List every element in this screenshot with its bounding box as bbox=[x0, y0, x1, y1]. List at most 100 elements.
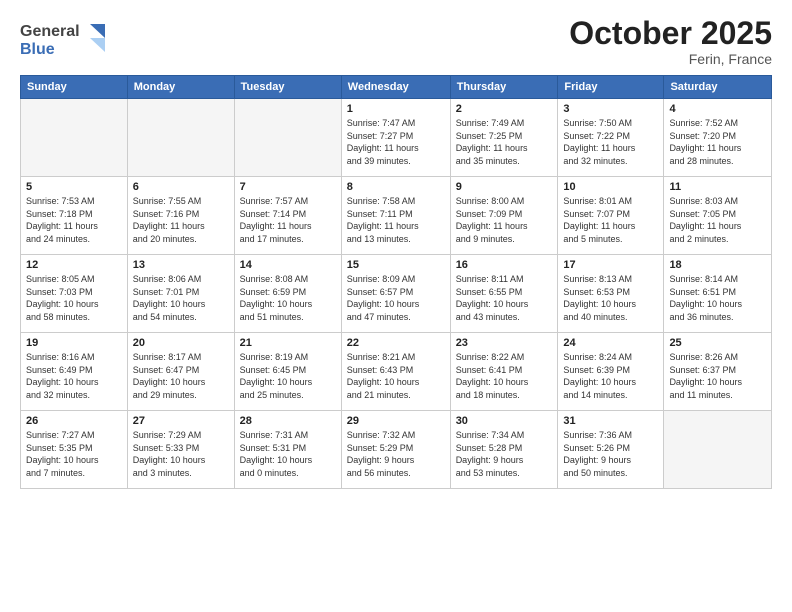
day-info: Sunrise: 8:03 AM Sunset: 7:05 PM Dayligh… bbox=[669, 195, 766, 245]
month-title: October 2025 bbox=[569, 16, 772, 51]
svg-text:General: General bbox=[20, 23, 80, 40]
day-number: 20 bbox=[133, 337, 229, 349]
day-number: 22 bbox=[347, 337, 445, 349]
day-number: 24 bbox=[563, 337, 658, 349]
day-cell: 20 Sunrise: 8:17 AM Sunset: 6:47 PM Dayli… bbox=[127, 333, 234, 411]
day-number: 27 bbox=[133, 415, 229, 427]
day-cell: 25 Sunrise: 8:26 AM Sunset: 6:37 PM Dayli… bbox=[664, 333, 772, 411]
day-cell: 21 Sunrise: 8:19 AM Sunset: 6:45 PM Dayli… bbox=[234, 333, 341, 411]
calendar-table: SundayMondayTuesdayWednesdayThursdayFrid… bbox=[20, 75, 772, 489]
day-info: Sunrise: 7:57 AM Sunset: 7:14 PM Dayligh… bbox=[240, 195, 336, 245]
day-info: Sunrise: 8:24 AM Sunset: 6:39 PM Dayligh… bbox=[563, 351, 658, 401]
weekday-header-saturday: Saturday bbox=[664, 76, 772, 99]
day-number: 21 bbox=[240, 337, 336, 349]
day-number: 31 bbox=[563, 415, 658, 427]
day-cell bbox=[234, 99, 341, 177]
day-number: 6 bbox=[133, 181, 229, 193]
day-cell: 19 Sunrise: 8:16 AM Sunset: 6:49 PM Dayli… bbox=[21, 333, 128, 411]
week-row-3: 12Sunrise: 8:05 AM Sunset: 7:03 PM Dayli… bbox=[21, 255, 772, 333]
day-number: 7 bbox=[240, 181, 336, 193]
day-info: Sunrise: 8:08 AM Sunset: 6:59 PM Dayligh… bbox=[240, 273, 336, 323]
day-cell: 2Sunrise: 7:49 AM Sunset: 7:25 PM Daylig… bbox=[450, 99, 558, 177]
day-info: Sunrise: 7:47 AM Sunset: 7:27 PM Dayligh… bbox=[347, 117, 445, 167]
week-row-4: 19 Sunrise: 8:16 AM Sunset: 6:49 PM Dayli… bbox=[21, 333, 772, 411]
day-info: Sunrise: 8:22 AM Sunset: 6:41 PM Dayligh… bbox=[456, 351, 553, 401]
week-row-1: 1 Sunrise: 7:47 AM Sunset: 7:27 PM Daylig… bbox=[21, 99, 772, 177]
day-cell: 17Sunrise: 8:13 AM Sunset: 6:53 PM Dayli… bbox=[558, 255, 664, 333]
day-info: Sunrise: 8:26 AM Sunset: 6:37 PM Dayligh… bbox=[669, 351, 766, 401]
day-info: Sunrise: 7:58 AM Sunset: 7:11 PM Dayligh… bbox=[347, 195, 445, 245]
day-cell: 16 Sunrise: 8:11 AM Sunset: 6:55 PM Dayli… bbox=[450, 255, 558, 333]
day-cell: 31 Sunrise: 7:36 AM Sunset: 5:26 PM Dayli… bbox=[558, 411, 664, 489]
day-number: 19 bbox=[26, 337, 122, 349]
day-number: 9 bbox=[456, 181, 553, 193]
day-info: Sunrise: 8:16 AM Sunset: 6:49 PM Dayligh… bbox=[26, 351, 122, 401]
day-info: Sunrise: 8:17 AM Sunset: 6:47 PM Dayligh… bbox=[133, 351, 229, 401]
page: General Blue October 2025 Ferin, France … bbox=[0, 0, 792, 612]
day-cell: 6Sunrise: 7:55 AM Sunset: 7:16 PM Daylig… bbox=[127, 177, 234, 255]
day-number: 14 bbox=[240, 259, 336, 271]
day-number: 23 bbox=[456, 337, 553, 349]
day-cell: 18Sunrise: 8:14 AM Sunset: 6:51 PM Dayli… bbox=[664, 255, 772, 333]
logo-text: General Blue bbox=[20, 16, 110, 65]
day-cell bbox=[127, 99, 234, 177]
day-cell: 10 Sunrise: 8:01 AM Sunset: 7:07 PM Dayli… bbox=[558, 177, 664, 255]
day-cell: 15 Sunrise: 8:09 AM Sunset: 6:57 PM Dayli… bbox=[341, 255, 450, 333]
day-info: Sunrise: 8:11 AM Sunset: 6:55 PM Dayligh… bbox=[456, 273, 553, 323]
week-row-5: 26 Sunrise: 7:27 AM Sunset: 5:35 PM Dayli… bbox=[21, 411, 772, 489]
title-area: October 2025 Ferin, France bbox=[569, 16, 772, 67]
day-cell: 30 Sunrise: 7:34 AM Sunset: 5:28 PM Dayli… bbox=[450, 411, 558, 489]
day-info: Sunrise: 7:34 AM Sunset: 5:28 PM Dayligh… bbox=[456, 429, 553, 479]
day-cell: 12Sunrise: 8:05 AM Sunset: 7:03 PM Dayli… bbox=[21, 255, 128, 333]
day-number: 30 bbox=[456, 415, 553, 427]
day-cell: 9 Sunrise: 8:00 AM Sunset: 7:09 PM Daylig… bbox=[450, 177, 558, 255]
day-cell: 5Sunrise: 7:53 AM Sunset: 7:18 PM Daylig… bbox=[21, 177, 128, 255]
day-info: Sunrise: 8:06 AM Sunset: 7:01 PM Dayligh… bbox=[133, 273, 229, 323]
day-cell: 22Sunrise: 8:21 AM Sunset: 6:43 PM Dayli… bbox=[341, 333, 450, 411]
day-number: 26 bbox=[26, 415, 122, 427]
day-cell bbox=[664, 411, 772, 489]
weekday-header-monday: Monday bbox=[127, 76, 234, 99]
day-cell: 3Sunrise: 7:50 AM Sunset: 7:22 PM Daylig… bbox=[558, 99, 664, 177]
day-cell: 11 Sunrise: 8:03 AM Sunset: 7:05 PM Dayli… bbox=[664, 177, 772, 255]
day-number: 1 bbox=[347, 103, 445, 115]
day-info: Sunrise: 7:53 AM Sunset: 7:18 PM Dayligh… bbox=[26, 195, 122, 245]
day-info: Sunrise: 8:19 AM Sunset: 6:45 PM Dayligh… bbox=[240, 351, 336, 401]
day-number: 3 bbox=[563, 103, 658, 115]
day-number: 4 bbox=[669, 103, 766, 115]
day-number: 15 bbox=[347, 259, 445, 271]
day-info: Sunrise: 8:01 AM Sunset: 7:07 PM Dayligh… bbox=[563, 195, 658, 245]
day-info: Sunrise: 7:31 AM Sunset: 5:31 PM Dayligh… bbox=[240, 429, 336, 479]
day-cell: 13Sunrise: 8:06 AM Sunset: 7:01 PM Dayli… bbox=[127, 255, 234, 333]
day-info: Sunrise: 7:27 AM Sunset: 5:35 PM Dayligh… bbox=[26, 429, 122, 479]
day-number: 28 bbox=[240, 415, 336, 427]
day-number: 8 bbox=[347, 181, 445, 193]
day-cell: 7 Sunrise: 7:57 AM Sunset: 7:14 PM Daylig… bbox=[234, 177, 341, 255]
day-number: 18 bbox=[669, 259, 766, 271]
day-info: Sunrise: 7:32 AM Sunset: 5:29 PM Dayligh… bbox=[347, 429, 445, 479]
day-number: 29 bbox=[347, 415, 445, 427]
day-number: 11 bbox=[669, 181, 766, 193]
day-cell: 1 Sunrise: 7:47 AM Sunset: 7:27 PM Daylig… bbox=[341, 99, 450, 177]
day-info: Sunrise: 7:36 AM Sunset: 5:26 PM Dayligh… bbox=[563, 429, 658, 479]
day-number: 25 bbox=[669, 337, 766, 349]
day-cell: 14 Sunrise: 8:08 AM Sunset: 6:59 PM Dayli… bbox=[234, 255, 341, 333]
logo: General Blue bbox=[20, 16, 110, 65]
svg-text:Blue: Blue bbox=[20, 41, 55, 58]
header: General Blue October 2025 Ferin, France bbox=[20, 16, 772, 67]
day-info: Sunrise: 7:52 AM Sunset: 7:20 PM Dayligh… bbox=[669, 117, 766, 167]
day-cell: 23 Sunrise: 8:22 AM Sunset: 6:41 PM Dayli… bbox=[450, 333, 558, 411]
weekday-header-sunday: Sunday bbox=[21, 76, 128, 99]
location: Ferin, France bbox=[569, 51, 772, 67]
day-number: 10 bbox=[563, 181, 658, 193]
day-number: 12 bbox=[26, 259, 122, 271]
day-info: Sunrise: 8:09 AM Sunset: 6:57 PM Dayligh… bbox=[347, 273, 445, 323]
day-info: Sunrise: 7:49 AM Sunset: 7:25 PM Dayligh… bbox=[456, 117, 553, 167]
day-cell: 8 Sunrise: 7:58 AM Sunset: 7:11 PM Daylig… bbox=[341, 177, 450, 255]
day-info: Sunrise: 8:00 AM Sunset: 7:09 PM Dayligh… bbox=[456, 195, 553, 245]
weekday-header-row: SundayMondayTuesdayWednesdayThursdayFrid… bbox=[21, 76, 772, 99]
day-info: Sunrise: 8:13 AM Sunset: 6:53 PM Dayligh… bbox=[563, 273, 658, 323]
week-row-2: 5Sunrise: 7:53 AM Sunset: 7:18 PM Daylig… bbox=[21, 177, 772, 255]
weekday-header-friday: Friday bbox=[558, 76, 664, 99]
day-number: 16 bbox=[456, 259, 553, 271]
